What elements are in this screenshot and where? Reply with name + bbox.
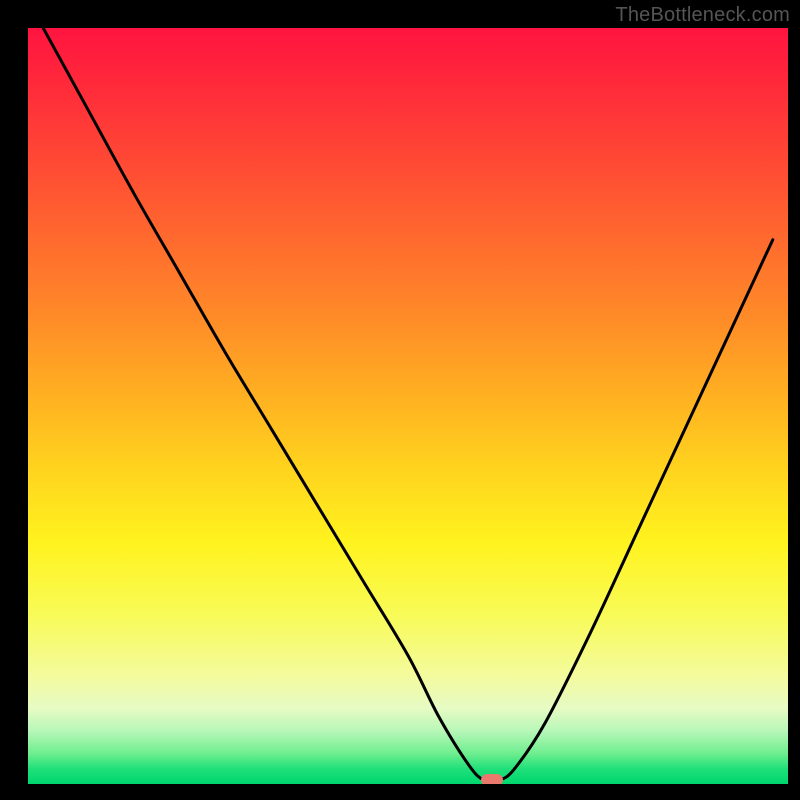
watermark-label: TheBottleneck.com: [615, 4, 790, 27]
chart-frame: TheBottleneck.com: [0, 0, 800, 800]
bottleneck-curve: [28, 28, 788, 784]
optimal-point-marker: [481, 774, 503, 784]
plot-area: [28, 28, 788, 784]
